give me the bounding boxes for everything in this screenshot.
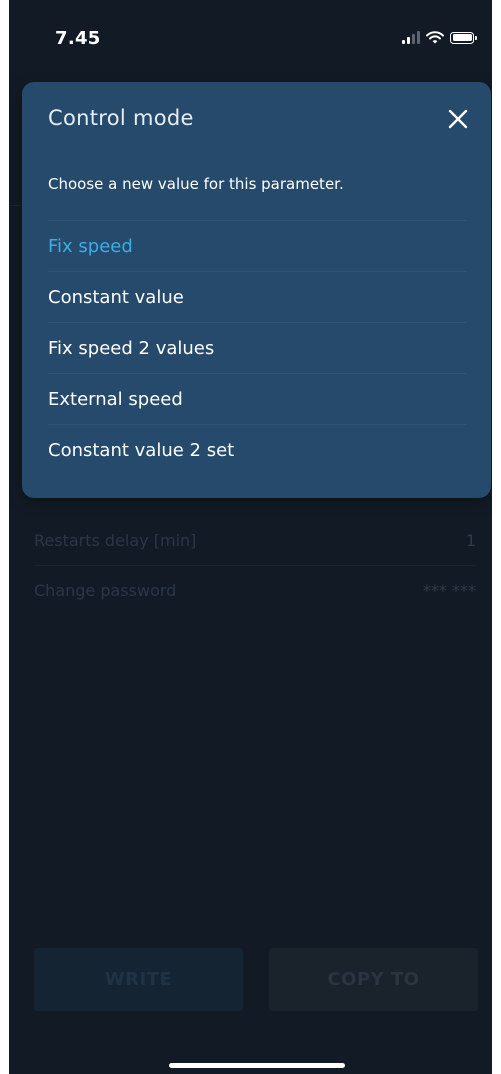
status-icons <box>402 31 477 44</box>
option-external-speed[interactable]: External speed <box>48 373 466 424</box>
close-button[interactable] <box>443 104 473 134</box>
option-constant-value-2-set[interactable]: Constant value 2 set <box>48 424 466 475</box>
copy-to-button: COPY TO <box>269 948 478 1011</box>
dialog-description: Choose a new value for this parameter. <box>48 175 344 193</box>
signal-icon <box>402 31 420 44</box>
option-fix-speed[interactable]: Fix speed <box>48 220 466 271</box>
option-fix-speed-2-values[interactable]: Fix speed 2 values <box>48 322 466 373</box>
background-row-restarts-delay: Restarts delay [min] 1 <box>34 515 476 566</box>
home-indicator[interactable] <box>169 1063 345 1068</box>
battery-icon <box>450 31 477 44</box>
option-list: Fix speed Constant value Fix speed 2 val… <box>48 220 466 475</box>
status-bar: 7.45 <box>9 0 492 60</box>
control-mode-dialog: Control mode Choose a new value for this… <box>22 82 491 498</box>
background-row-change-password: Change password *** *** <box>34 565 476 615</box>
row-label: Restarts delay [min] <box>34 530 197 550</box>
row-value: 1 <box>465 530 476 550</box>
write-button: WRITE <box>34 948 243 1011</box>
wifi-icon <box>426 31 444 44</box>
status-time: 7.45 <box>55 28 101 49</box>
row-label: Change password <box>34 580 177 600</box>
option-constant-value[interactable]: Constant value <box>48 271 466 322</box>
app-screen: 7.45 Restarts delay [min] 1 Change passw… <box>9 0 492 1074</box>
row-value: *** *** <box>422 580 476 600</box>
dialog-title: Control mode <box>48 106 194 130</box>
close-icon <box>448 109 468 129</box>
